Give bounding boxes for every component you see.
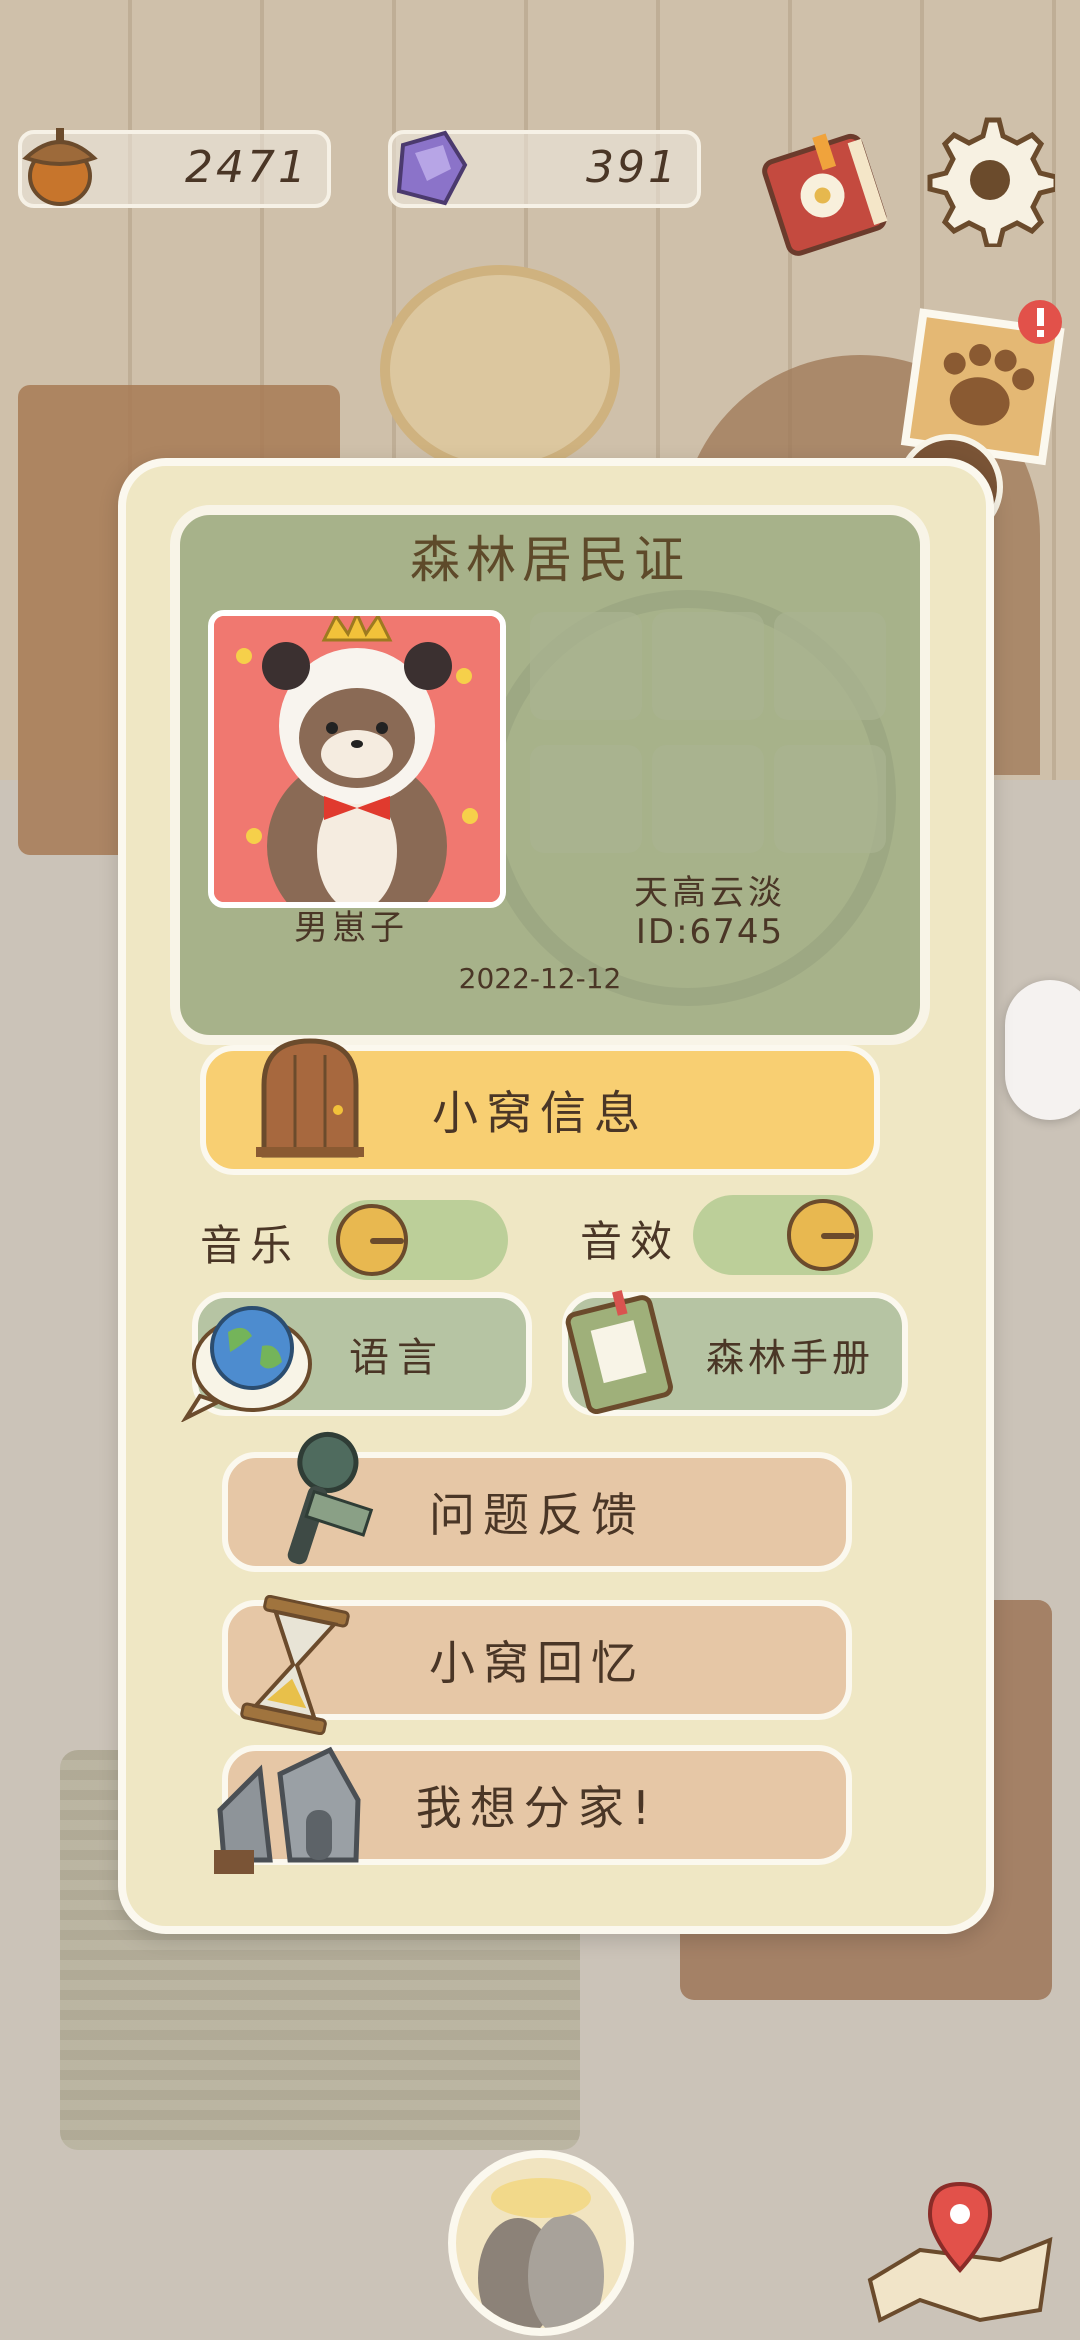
music-label: 音乐 xyxy=(200,1221,301,1270)
nickname: 男崽子 xyxy=(294,908,408,948)
friends-button[interactable] xyxy=(448,2150,634,2336)
sound-effects-label: 音效 xyxy=(580,1217,681,1266)
toggle-knob xyxy=(336,1204,408,1276)
sound-effects-toggle[interactable] xyxy=(693,1195,873,1275)
resident-id: ID:6745 xyxy=(635,912,785,952)
journal-book-icon[interactable] xyxy=(752,118,902,268)
hourglass-icon xyxy=(235,1594,355,1736)
side-floating-badge[interactable] xyxy=(1005,980,1080,1120)
acorn-icon xyxy=(14,118,106,210)
badge-slot xyxy=(652,612,764,720)
memories-label: 小窝回忆 xyxy=(429,1636,645,1690)
card-date: 2022-12-12 xyxy=(458,962,622,995)
card-title: 森林居民证 xyxy=(410,531,690,589)
purple-gem-icon xyxy=(385,125,473,213)
door-icon xyxy=(250,1035,370,1160)
green-book-icon xyxy=(556,1284,686,1415)
map-pin-icon[interactable] xyxy=(860,2170,1060,2330)
feedback-label: 问题反馈 xyxy=(429,1488,645,1542)
badge-slot xyxy=(652,745,764,853)
gem-count: 391 xyxy=(586,142,679,193)
split-home-label: 我想分家! xyxy=(415,1781,659,1835)
toggle-knob xyxy=(787,1199,859,1271)
home-name: 天高云淡 xyxy=(634,873,786,913)
wall-clock xyxy=(380,265,620,475)
gear-icon[interactable] xyxy=(920,112,1059,249)
home-info-label: 小窝信息 xyxy=(432,1086,648,1140)
badge-slot xyxy=(530,612,642,720)
globe-icon xyxy=(178,1292,318,1424)
forest-manual-label: 森林手册 xyxy=(705,1335,874,1380)
language-label: 语言 xyxy=(349,1335,445,1381)
music-toggle[interactable] xyxy=(328,1200,508,1280)
acorn-count: 2471 xyxy=(185,142,309,193)
microphone-icon xyxy=(265,1428,375,1578)
badge-slot xyxy=(530,745,642,853)
avatar[interactable] xyxy=(208,610,506,908)
badge-slot xyxy=(774,745,886,853)
broken-house-icon xyxy=(210,1740,365,1880)
badge-slot xyxy=(774,612,886,720)
